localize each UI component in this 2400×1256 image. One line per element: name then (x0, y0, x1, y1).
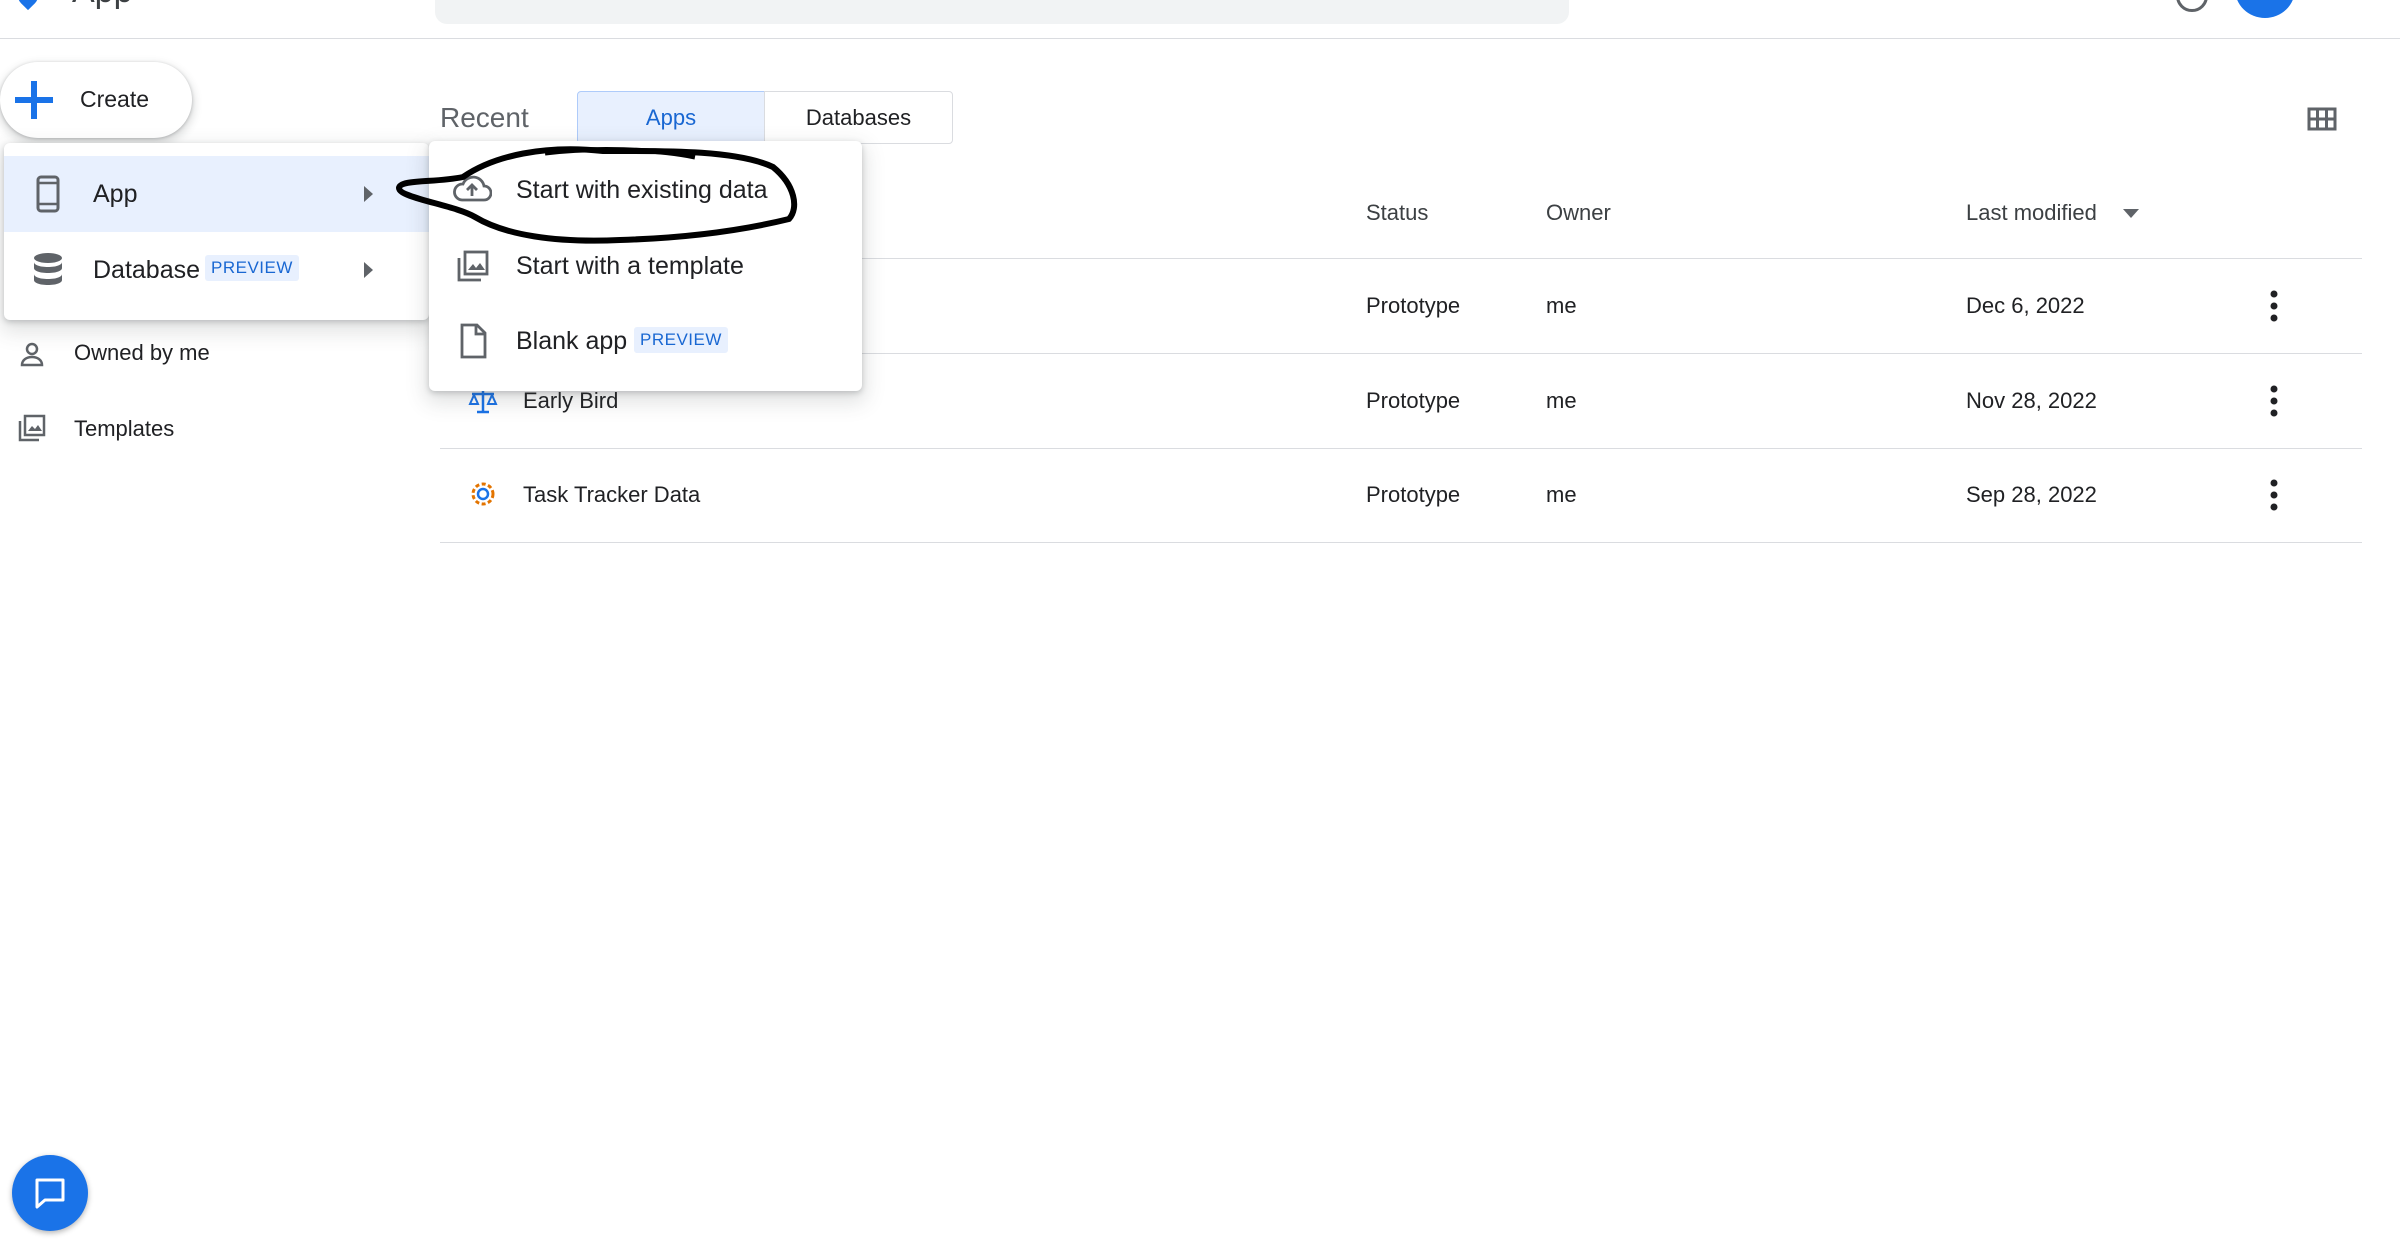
sidebar-item-owned-by-me[interactable] (0, 330, 420, 374)
plus-icon (15, 81, 53, 119)
column-header-owner[interactable]: Owner (1546, 200, 1611, 226)
more-options-icon[interactable] (2268, 478, 2280, 512)
app-name: App (72, 0, 133, 11)
more-options-icon[interactable] (2268, 289, 2280, 323)
preview-badge: PREVIEW (205, 255, 299, 281)
chat-icon (35, 1178, 65, 1209)
feedback-chat-button[interactable] (12, 1155, 88, 1231)
menu-item-label: Start with a template (516, 252, 744, 280)
row-divider (440, 542, 2362, 543)
tab-databases[interactable]: Databases (764, 91, 953, 144)
person-icon (20, 342, 44, 367)
row-owner: me (1546, 482, 1577, 507)
row-owner: me (1546, 293, 1577, 318)
sidebar-item-label: Templates (74, 416, 175, 441)
search-bar[interactable] (435, 0, 1569, 24)
column-header-status[interactable]: Status (1366, 200, 1428, 226)
database-icon (34, 253, 62, 285)
submenu-arrow-icon (364, 186, 373, 202)
annotation-scribble (396, 146, 798, 244)
row-name[interactable]: Early Bird (523, 388, 618, 414)
column-header-last-modified[interactable]: Last modified (1966, 200, 2097, 226)
row-last-modified: Nov 28, 2022 (1966, 388, 2097, 413)
tab-apps[interactable]: Apps (577, 91, 765, 144)
preview-badge: PREVIEW (634, 327, 728, 353)
row-status: Prototype (1366, 293, 1461, 318)
templates-icon (18, 414, 46, 442)
template-icon (457, 250, 489, 282)
gear-icon (471, 482, 495, 506)
menu-item-label: Blank app (516, 327, 628, 355)
menu-item-label: Database (93, 256, 201, 284)
row-owner: me (1546, 388, 1577, 413)
submenu-arrow-icon (364, 262, 373, 278)
sidebar-item-label: Owned by me (74, 340, 210, 365)
create-button-label: Create (80, 86, 150, 112)
document-icon (460, 323, 487, 359)
menu-item-label: App (93, 180, 138, 208)
row-last-modified: Sep 28, 2022 (1966, 482, 2097, 507)
more-options-icon[interactable] (2268, 384, 2280, 418)
phone-icon (36, 175, 60, 213)
sidebar-item-templates[interactable] (0, 406, 420, 450)
row-name[interactable]: Task Tracker Data (523, 482, 700, 508)
sort-arrow-icon[interactable] (2123, 209, 2139, 218)
row-status: Prototype (1366, 388, 1461, 413)
row-last-modified: Dec 6, 2022 (1966, 293, 2085, 318)
row-status: Prototype (1366, 482, 1461, 507)
grid-view-icon[interactable] (2307, 104, 2337, 134)
recent-title: Recent (440, 102, 529, 133)
